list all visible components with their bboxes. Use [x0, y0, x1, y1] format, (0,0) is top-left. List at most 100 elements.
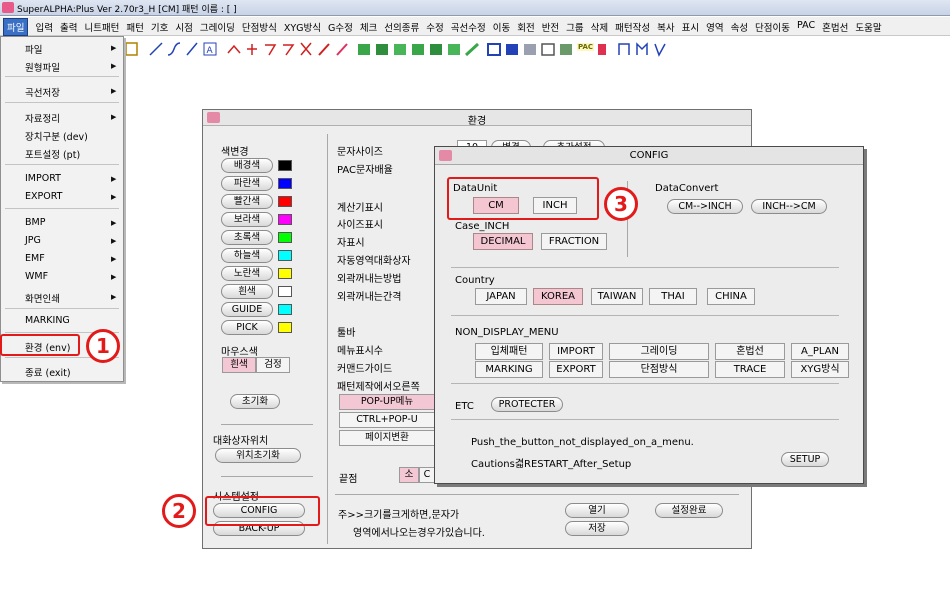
file-menu-item-0[interactable]: 파일 — [25, 42, 42, 56]
menu-22[interactable]: 표시 — [682, 20, 699, 34]
non-display-menu-button[interactable]: 그레이딩 — [609, 343, 709, 360]
menu-9[interactable]: XYG방식 — [284, 20, 321, 34]
setup-button[interactable]: SETUP — [781, 452, 829, 467]
menu-12[interactable]: 선의종류 — [384, 20, 419, 34]
grey-frame-c-icon[interactable] — [559, 41, 573, 57]
brush-tool-icon[interactable] — [335, 41, 349, 57]
color-button-3[interactable]: 보라색 — [221, 212, 273, 227]
menu-20[interactable]: 패턴작성 — [615, 20, 650, 34]
menu-13[interactable]: 수정 — [426, 20, 443, 34]
non-display-menu-button[interactable]: A_PLAN — [791, 343, 849, 360]
menu-26[interactable]: PAC — [797, 20, 815, 31]
hook-tool-icon[interactable] — [263, 41, 277, 57]
menu-23[interactable]: 영역 — [706, 20, 723, 34]
menu-15[interactable]: 이동 — [493, 20, 510, 34]
file-menu-item-11[interactable]: WMF — [25, 271, 48, 282]
file-menu-item-6[interactable]: IMPORT — [25, 173, 61, 184]
menu-2[interactable]: 출력 — [60, 20, 77, 34]
menu-3[interactable]: 니트패턴 — [84, 20, 119, 34]
grey-frame-a-icon[interactable] — [523, 41, 537, 57]
mouse-white-button[interactable]: 흰색 — [222, 357, 256, 373]
page-change-button[interactable]: 페이지변환 — [339, 430, 435, 446]
menu-8[interactable]: 단점방식 — [242, 20, 277, 34]
country-button-korea[interactable]: KOREA — [533, 288, 583, 305]
color-button-0[interactable]: 배경색 — [221, 158, 273, 173]
menu-6[interactable]: 시점 — [175, 20, 192, 34]
pen-tool-icon[interactable] — [317, 41, 331, 57]
pattern-f-icon[interactable] — [447, 41, 461, 57]
file-menu-item-9[interactable]: JPG — [25, 235, 41, 246]
menu-24[interactable]: 속성 — [731, 20, 748, 34]
file-menu-item-7[interactable]: EXPORT — [25, 191, 62, 202]
blue-frame-b-icon[interactable] — [505, 41, 519, 57]
blue-frame-a-icon[interactable] — [487, 41, 501, 57]
grey-frame-b-icon[interactable] — [541, 41, 555, 57]
pattern-a-icon[interactable] — [357, 41, 371, 57]
position-reset-button[interactable]: 위치초기화 — [215, 448, 301, 463]
arc-tool-icon[interactable] — [227, 41, 241, 57]
file-menu-item-15[interactable]: 종료 (exit) — [25, 365, 71, 379]
color-button-1[interactable]: 파란색 — [221, 176, 273, 191]
mouse-black-button[interactable]: 검정 — [256, 357, 290, 373]
country-button-china[interactable]: CHINA — [707, 288, 755, 305]
non-display-menu-button[interactable]: 단점방식 — [609, 361, 709, 378]
endpoint-small-button[interactable]: 소 — [399, 467, 419, 483]
pattern-g-icon[interactable] — [464, 41, 480, 57]
non-display-menu-button[interactable]: 혼법선 — [715, 343, 785, 360]
menu-27[interactable]: 혼법선 — [822, 20, 848, 34]
file-menu-item-2[interactable]: 곡선저장 — [25, 85, 60, 99]
settings-done-button[interactable]: 설정완료 — [655, 503, 723, 518]
pattern-c-icon[interactable] — [393, 41, 407, 57]
save-button[interactable]: 저장 — [565, 521, 629, 536]
file-menu-item-3[interactable]: 자료정리 — [25, 111, 60, 125]
menu-1[interactable]: 입력 — [35, 20, 52, 34]
country-button-japan[interactable]: JAPAN — [475, 288, 527, 305]
menu-11[interactable]: 체크 — [360, 20, 377, 34]
endpoint-c-button[interactable]: C — [419, 467, 435, 483]
blue-bracket-c-icon[interactable] — [653, 41, 667, 57]
color-button-6[interactable]: 노란색 — [221, 266, 273, 281]
file-menu-item-10[interactable]: EMF — [25, 253, 45, 264]
ctrl-popup-button[interactable]: CTRL+POP-U — [339, 412, 435, 428]
non-display-menu-button[interactable]: IMPORT — [549, 343, 603, 360]
line-tool-icon[interactable] — [149, 41, 163, 57]
country-button-taiwan[interactable]: TAIWAN — [591, 288, 643, 305]
menu-25[interactable]: 단점이동 — [755, 20, 790, 34]
popup-menu-button[interactable]: POP-UP메뉴 — [339, 394, 435, 410]
non-display-menu-button[interactable]: 입체패턴 — [475, 343, 543, 360]
non-display-menu-button[interactable]: EXPORT — [549, 361, 603, 378]
toolbar-drawing-icon[interactable] — [125, 41, 139, 57]
curve-tool-icon[interactable] — [167, 41, 181, 57]
open-button[interactable]: 열기 — [565, 503, 629, 518]
pattern-d-icon[interactable] — [411, 41, 425, 57]
menu-21[interactable]: 복사 — [657, 20, 674, 34]
menu-28[interactable]: 도움말 — [855, 20, 881, 34]
corner-tool-icon[interactable] — [281, 41, 295, 57]
color-button-7[interactable]: 흰색 — [221, 284, 273, 299]
menu-17[interactable]: 반전 — [542, 20, 559, 34]
blue-bracket-a-icon[interactable] — [617, 41, 631, 57]
menu-10[interactable]: G수정 — [328, 20, 353, 34]
non-display-menu-button[interactable]: XYG방식 — [791, 361, 849, 378]
menu-18[interactable]: 그룹 — [566, 20, 583, 34]
non-display-menu-button[interactable]: TRACE — [715, 361, 785, 378]
file-menu-item-8[interactable]: BMP — [25, 217, 45, 228]
country-button-thai[interactable]: THAI — [649, 288, 697, 305]
reset-button[interactable]: 초기화 — [230, 394, 280, 409]
file-menu-item-5[interactable]: 포트설정 (pt) — [25, 147, 80, 161]
menu-4[interactable]: 패턴 — [126, 20, 143, 34]
menu-5[interactable]: 기호 — [151, 20, 168, 34]
text-tool-icon[interactable]: A — [203, 41, 217, 57]
red-tool-icon[interactable] — [595, 41, 609, 57]
cm-to-inch-button[interactable]: CM-->INCH — [667, 199, 743, 214]
file-menu-item-4[interactable]: 장치구분 (dev) — [25, 129, 88, 143]
decimal-button[interactable]: DECIMAL — [473, 233, 533, 250]
slash-tool-icon[interactable] — [185, 41, 199, 57]
color-button-9[interactable]: PICK — [221, 320, 273, 335]
pattern-b-icon[interactable] — [375, 41, 389, 57]
scissors-icon[interactable] — [299, 41, 313, 57]
inch-to-cm-button[interactable]: INCH-->CM — [751, 199, 827, 214]
fraction-button[interactable]: FRACTION — [541, 233, 607, 250]
file-menu-item-12[interactable]: 화면인쇄 — [25, 291, 60, 305]
color-button-5[interactable]: 하늘색 — [221, 248, 273, 263]
